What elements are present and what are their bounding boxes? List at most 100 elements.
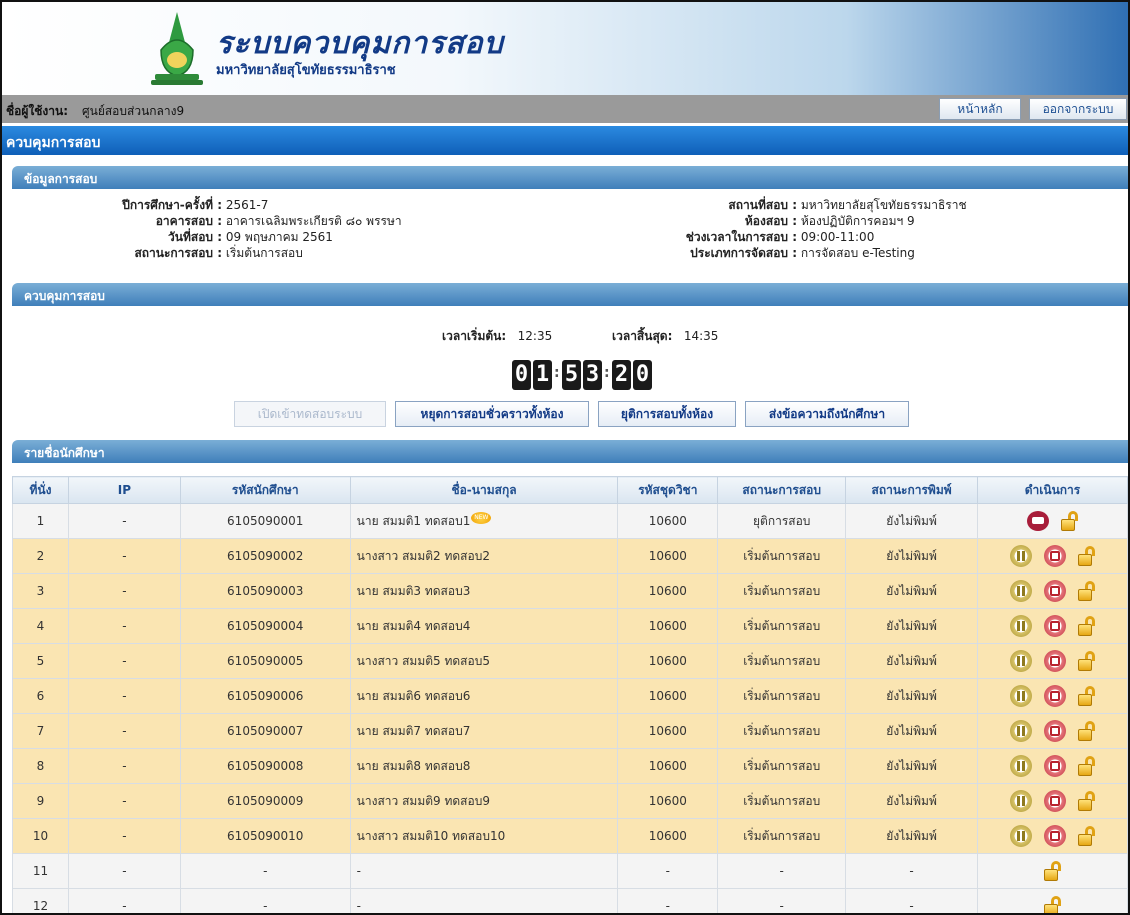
student-id-cell-text: 6105090009 (227, 794, 304, 808)
end-time-value: 14:35 (683, 329, 719, 343)
course-cell-text: 10600 (648, 654, 687, 668)
course-cell: 10600 (617, 608, 719, 644)
col-seat[interactable]: ที่นั่ง (12, 476, 69, 504)
print-status-cell: ยังไม่พิมพ์ (845, 503, 979, 539)
countdown-separator: : (554, 365, 560, 381)
lock-icon[interactable] (1060, 511, 1079, 531)
pause-icon[interactable] (1009, 790, 1032, 812)
student-id-cell-text: - (263, 899, 268, 913)
pause-icon[interactable] (1009, 755, 1032, 777)
exam-status-cell: - (717, 853, 847, 889)
ip-cell: - (67, 853, 181, 889)
pause-icon[interactable] (1009, 825, 1032, 847)
app-frame: ระบบควบคุมการสอบ มหาวิทยาลัยสุโขทัยธรรมา… (0, 0, 1130, 915)
actions-cell (977, 678, 1128, 714)
stop-icon[interactable] (1043, 545, 1066, 567)
name-cell: - (349, 853, 619, 889)
col-print-status[interactable]: สถานะการพิมพ์ (845, 476, 979, 504)
name-cell: - (349, 888, 619, 913)
seat-cell: 10 (12, 818, 69, 854)
lock-icon[interactable] (1077, 546, 1096, 566)
print-status-cell-text: ยังไม่พิมพ์ (886, 618, 937, 633)
pause-icon[interactable] (1009, 650, 1032, 672)
col-ip[interactable]: IP (67, 476, 181, 504)
pause-all-button[interactable]: หยุดการสอบชั่วคราวทั้งห้อง (395, 401, 589, 427)
pause-icon[interactable] (1009, 545, 1032, 567)
student-id-cell-text: 6105090005 (227, 654, 304, 668)
page-header: ระบบควบคุมการสอบ มหาวิทยาลัยสุโขทัยธรรมา… (2, 2, 1128, 95)
table-row[interactable]: 4 - 6105090004 นาย สมมติ4 ทดสอบ4 10600 เริ่มต… (12, 608, 1128, 644)
col-student-id[interactable]: รหัสนักศึกษา (179, 476, 351, 504)
table-row[interactable]: 3 - 6105090003 นาย สมมติ3 ทดสอบ3 10600 เริ่มต… (12, 573, 1128, 609)
print-status-cell: ยังไม่พิมพ์ (845, 678, 979, 714)
print-status-cell-text: ยังไม่พิมพ์ (886, 548, 937, 563)
stop-icon[interactable] (1043, 825, 1066, 847)
countdown-digit: 0 (512, 360, 531, 390)
lock-icon[interactable] (1077, 616, 1096, 636)
table-row[interactable]: 9 - 6105090009 นางสาว สมมติ9 ทดสอบ9 10600 เริ… (12, 783, 1128, 819)
lock-icon[interactable] (1043, 861, 1062, 881)
lock-icon[interactable] (1077, 756, 1096, 776)
table-row[interactable]: 11 - - - - - - (12, 853, 1128, 889)
name-cell-text: นางสาว สมมติ10 ทดสอบ10 (356, 828, 506, 843)
pause-icon[interactable] (1009, 720, 1032, 742)
stop-icon[interactable] (1043, 720, 1066, 742)
stop-icon[interactable] (1043, 790, 1066, 812)
info-timeslot: ช่วงเวลาในการสอบ : 09:00-11:00 (642, 229, 967, 245)
pause-icon[interactable] (1009, 685, 1032, 707)
lock-icon[interactable] (1043, 896, 1062, 913)
end-all-button[interactable]: ยุติการสอบทั้งห้อง (598, 401, 736, 427)
lock-icon[interactable] (1077, 651, 1096, 671)
print-status-cell: ยังไม่พิมพ์ (845, 643, 979, 679)
lock-icon[interactable] (1077, 581, 1096, 601)
seat-cell: 8 (12, 748, 69, 784)
lock-icon[interactable] (1077, 791, 1096, 811)
home-button[interactable]: หน้าหลัก (939, 98, 1021, 120)
table-row[interactable]: 8 - 6105090008 นาย สมมติ8 ทดสอบ8 10600 เริ่มต… (12, 748, 1128, 784)
page-title-bar: ควบคุมการสอบ (2, 126, 1128, 155)
table-row[interactable]: 6 - 6105090006 นาย สมมติ6 ทดสอบ6 10600 เริ่มต… (12, 678, 1128, 714)
pause-icon[interactable] (1009, 615, 1032, 637)
ip-cell: - (67, 888, 181, 913)
stop-icon[interactable] (1043, 615, 1066, 637)
col-name[interactable]: ชื่อ-นามสกุล (349, 476, 619, 504)
pause-icon[interactable] (1009, 580, 1032, 602)
control-header: ควบคุมการสอบ (12, 283, 1128, 306)
col-exam-status[interactable]: สถานะการสอบ (717, 476, 847, 504)
exam-status-cell-text: เริ่มต้นการสอบ (743, 548, 821, 563)
info-value: มหาวิทยาลัยสุโขทัยธรรมาธิราช (800, 198, 967, 212)
stop-icon[interactable] (1043, 650, 1066, 672)
lock-icon[interactable] (1077, 686, 1096, 706)
table-row[interactable]: 5 - 6105090005 นางสาว สมมติ5 ทดสอบ5 10600 เริ… (12, 643, 1128, 679)
open-test-button[interactable]: เปิดเข้าทดสอบระบบ (234, 401, 386, 427)
ip-cell: - (67, 678, 181, 714)
lock-icon[interactable] (1077, 826, 1096, 846)
seat-cell: 11 (12, 853, 69, 889)
stop-icon[interactable] (1043, 685, 1066, 707)
ip-cell-text: - (122, 759, 127, 773)
info-type: ประเภทการจัดสอบ : การจัดสอบ e-Testing (642, 245, 967, 261)
col-course[interactable]: รหัสชุดวิชา (617, 476, 719, 504)
send-message-button[interactable]: ส่งข้อความถึงนักศึกษา (745, 401, 909, 427)
stop-icon[interactable] (1043, 580, 1066, 602)
actions-cell (977, 503, 1128, 539)
seat-cell-text: 3 (36, 584, 45, 598)
info-value: การจัดสอบ e-Testing (800, 246, 915, 260)
name-cell-text: นางสาว สมมติ2 ทดสอบ2 (356, 548, 490, 563)
lock-icon[interactable] (1077, 721, 1096, 741)
ip-cell-text: - (122, 899, 127, 913)
student-id-cell-text: 6105090002 (227, 549, 304, 563)
logout-button[interactable]: ออกจากระบบ (1029, 98, 1127, 120)
print-icon[interactable] (1026, 511, 1049, 531)
table-row[interactable]: 10 - 6105090010 นางสาว สมมติ10 ทดสอบ10 10600… (12, 818, 1128, 854)
table-row[interactable]: 1 - 6105090001 นาย สมมติ1 ทดสอบ1 NEW 10600 ยุต… (12, 503, 1128, 539)
student-id-cell: 6105090003 (179, 573, 351, 609)
ip-cell-text: - (122, 829, 127, 843)
student-id-cell: 6105090005 (179, 643, 351, 679)
name-cell: นาย สมมติ1 ทดสอบ1 NEW (349, 503, 619, 539)
table-row[interactable]: 12 - - - - - - (12, 888, 1128, 913)
table-row[interactable]: 7 - 6105090007 นาย สมมติ7 ทดสอบ7 10600 เริ่มต… (12, 713, 1128, 749)
table-row[interactable]: 2 - 6105090002 นางสาว สมมติ2 ทดสอบ2 10600 เริ… (12, 538, 1128, 574)
stop-icon[interactable] (1043, 755, 1066, 777)
course-cell: 10600 (617, 573, 719, 609)
